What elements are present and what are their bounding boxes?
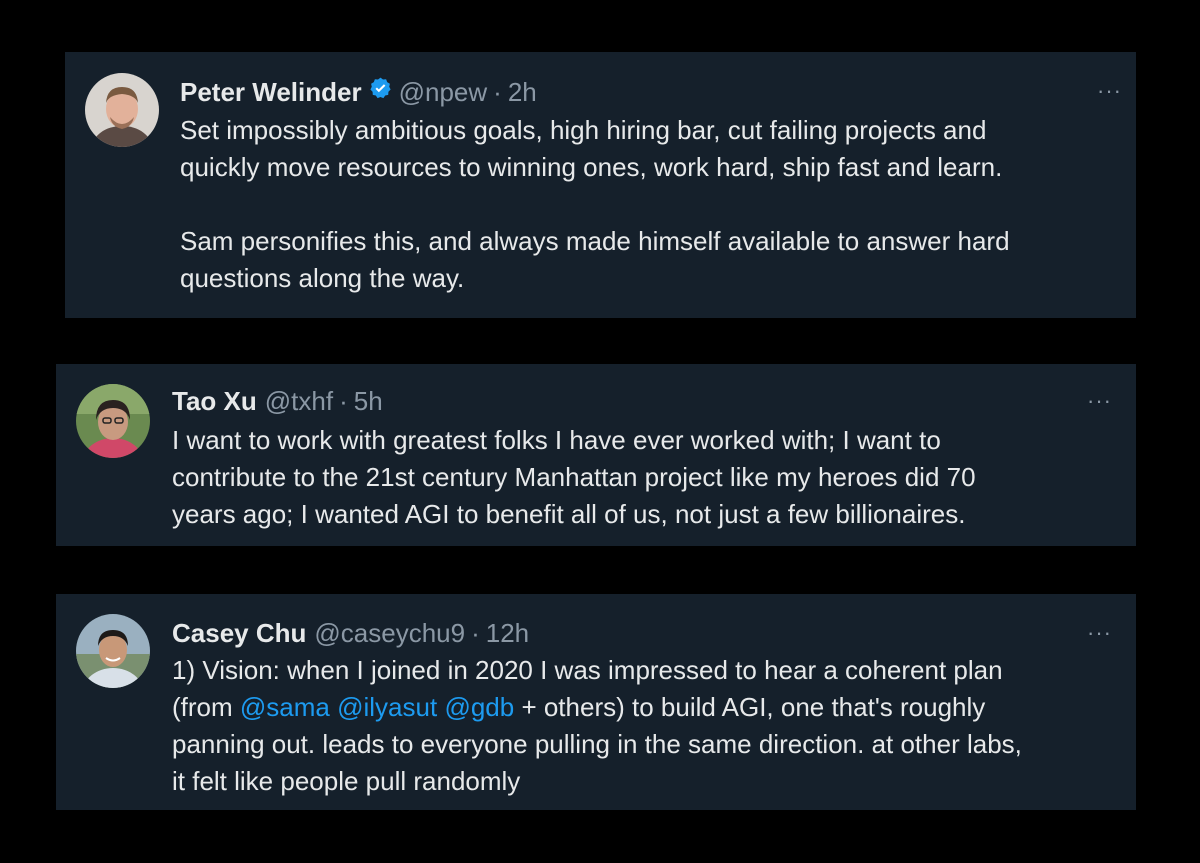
tweet-line: it felt like people pull randomly <box>172 766 521 796</box>
tweet-header: Peter Welinder @npew · 2h <box>180 76 537 108</box>
author-name[interactable]: Tao Xu <box>172 386 257 417</box>
separator-dot: · <box>471 617 480 648</box>
tweet-line: panning out. leads to everyone pulling i… <box>172 729 1022 759</box>
timestamp[interactable]: 12h <box>486 618 529 649</box>
timestamp[interactable]: 5h <box>354 386 383 417</box>
tweet-line: Set impossibly ambitious goals, high hir… <box>180 115 987 145</box>
tweet-text: I want to work with greatest folks I hav… <box>172 422 976 533</box>
more-options-icon[interactable]: ··· <box>1087 390 1112 412</box>
tweet-header: Casey Chu @caseychu9 · 12h <box>172 617 529 649</box>
tweet-text: 1) Vision: when I joined in 2020 I was i… <box>172 652 1022 800</box>
tweet-card[interactable]: Casey Chu @caseychu9 · 12h ··· 1) Vision… <box>56 594 1136 810</box>
tweet-line <box>180 186 1010 223</box>
timestamp[interactable]: 2h <box>508 77 537 108</box>
mention-link[interactable]: @sama <box>240 692 330 722</box>
text-segment: + others) to build AGI, one that's rough… <box>514 692 986 722</box>
tweet-line: contribute to the 21st century Manhattan… <box>172 462 976 492</box>
mention-link[interactable]: @gdb <box>444 692 514 722</box>
tweet-text: Set impossibly ambitious goals, high hir… <box>180 112 1010 297</box>
tweet-line: years ago; I wanted AGI to benefit all o… <box>172 499 966 529</box>
tweet-line: quickly move resources to winning ones, … <box>180 152 1003 182</box>
tweet-header: Tao Xu @txhf · 5h <box>172 385 383 417</box>
tweet-line: Sam personifies this, and always made hi… <box>180 226 1010 256</box>
separator-dot: · <box>493 76 502 107</box>
avatar[interactable] <box>76 614 150 688</box>
mention-link[interactable]: @ilyasut <box>337 692 437 722</box>
author-handle[interactable]: @npew <box>399 77 488 108</box>
tweet-card[interactable]: Peter Welinder @npew · 2h ··· Set imposs… <box>65 52 1136 318</box>
avatar[interactable] <box>76 384 150 458</box>
text-segment: (from <box>172 692 240 722</box>
author-handle[interactable]: @txhf <box>265 386 333 417</box>
avatar[interactable] <box>85 73 159 147</box>
author-handle[interactable]: @caseychu9 <box>314 618 465 649</box>
tweet-line: 1) Vision: when I joined in 2020 I was i… <box>172 655 1003 685</box>
tweet-card[interactable]: Tao Xu @txhf · 5h ··· I want to work wit… <box>56 364 1136 546</box>
more-options-icon[interactable]: ··· <box>1097 80 1122 102</box>
more-options-icon[interactable]: ··· <box>1087 622 1112 644</box>
tweet-line: questions along the way. <box>180 263 465 293</box>
separator-dot: · <box>339 385 348 416</box>
tweet-line: I want to work with greatest folks I hav… <box>172 425 941 455</box>
tweet-line: (from @sama @ilyasut @gdb + others) to b… <box>172 689 1022 726</box>
verified-badge-icon <box>368 76 393 108</box>
author-name[interactable]: Casey Chu <box>172 618 306 649</box>
author-name[interactable]: Peter Welinder <box>180 77 362 108</box>
